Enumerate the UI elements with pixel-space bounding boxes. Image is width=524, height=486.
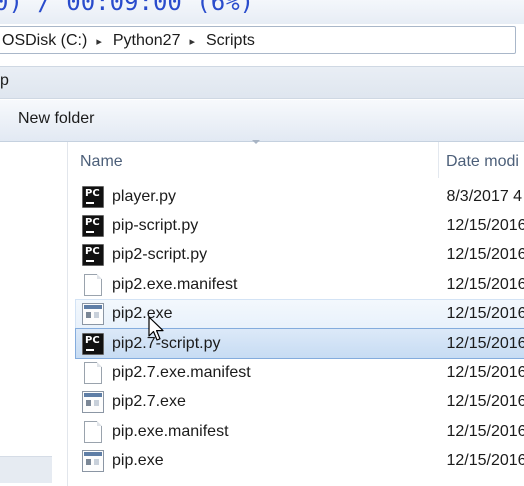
breadcrumb-item-osdisk[interactable]: OSDisk (C:) — [0, 32, 89, 50]
sort-ascending-icon — [252, 140, 260, 144]
document-icon — [84, 273, 102, 296]
new-folder-button[interactable]: New folder — [18, 110, 94, 128]
file-name: pip2-script.py — [112, 246, 208, 264]
navigation-pane[interactable] — [0, 142, 68, 486]
file-name: pip.exe.manifest — [112, 422, 229, 440]
file-date-modified: 12/15/2016 — [446, 452, 524, 470]
breadcrumb-item-python27[interactable]: Python27 — [111, 32, 183, 50]
python-file-icon: PC — [82, 185, 104, 208]
menu-bar — [0, 66, 524, 99]
file-row[interactable]: pip.exe.manifest 12/15/2016 — [76, 417, 524, 446]
breadcrumb-separator-icon[interactable]: ▸ — [182, 35, 204, 48]
file-name: player.py — [112, 187, 177, 205]
document-icon — [84, 362, 102, 385]
file-row[interactable]: pip.exe 12/15/2016 — [76, 447, 524, 476]
file-date-modified: 12/15/2016 — [446, 246, 524, 264]
column-header-name[interactable]: Name — [80, 146, 420, 178]
python-file-icon: PC — [82, 244, 104, 267]
file-row[interactable]: PC player.py 8/3/2017 4 — [76, 182, 524, 211]
breadcrumb-item-scripts[interactable]: Scripts — [204, 32, 257, 50]
file-row[interactable]: PC pip-script.py 12/15/2016 — [76, 211, 524, 240]
file-row[interactable]: pip2.exe.manifest 12/15/2016 — [76, 270, 524, 299]
file-date-modified: 12/15/2016 — [446, 305, 524, 323]
python-file-icon: PC — [82, 332, 104, 355]
python-file-icon: PC — [82, 215, 104, 238]
executable-icon — [82, 450, 104, 473]
file-list: PC player.py 8/3/2017 4 PC pip-script.py… — [75, 182, 524, 476]
file-name: pip2.exe.manifest — [112, 275, 238, 293]
file-row-hovered[interactable]: pip2.exe 12/15/2016 — [75, 298, 524, 330]
file-name: pip2.7.exe — [112, 393, 186, 411]
file-name: pip2.7.exe.manifest — [112, 364, 251, 382]
executable-icon — [82, 391, 104, 414]
file-row[interactable]: pip2.7.exe.manifest 12/15/2016 — [76, 358, 524, 387]
file-date-modified: 12/15/2016 — [446, 422, 524, 440]
column-header-date-modified[interactable]: Date modi — [446, 146, 524, 178]
navigation-pane-item[interactable] — [0, 456, 52, 483]
file-date-modified: 12/15/2016 — [446, 275, 524, 293]
file-date-modified: 12/15/2016 — [446, 334, 524, 352]
document-icon — [84, 420, 102, 443]
file-date-modified: 12/15/2016 — [446, 364, 524, 382]
file-row[interactable]: PC pip2-script.py 12/15/2016 — [76, 241, 524, 270]
menu-bar-partial-label[interactable]: p — [0, 72, 9, 90]
file-row[interactable]: pip2.7.exe 12/15/2016 — [76, 388, 524, 417]
file-name: pip-script.py — [112, 217, 199, 235]
video-timer-overlay: 0) / 00:09:00 (6%) — [0, 0, 255, 16]
breadcrumb-separator-icon[interactable]: ▸ — [89, 35, 111, 48]
file-date-modified: 8/3/2017 4 — [446, 187, 523, 205]
breadcrumb: OSDisk (C:) ▸ Python27 ▸ Scripts — [0, 31, 257, 51]
column-divider[interactable] — [438, 142, 439, 178]
file-row-selected[interactable]: PC pip2.7-script.py 12/15/2016 — [75, 327, 524, 360]
executable-icon — [82, 303, 104, 326]
file-date-modified: 12/15/2016 — [446, 393, 524, 411]
mouse-pointer-icon — [148, 316, 164, 341]
file-name: pip.exe — [112, 452, 164, 470]
file-date-modified: 12/15/2016 — [446, 217, 524, 235]
